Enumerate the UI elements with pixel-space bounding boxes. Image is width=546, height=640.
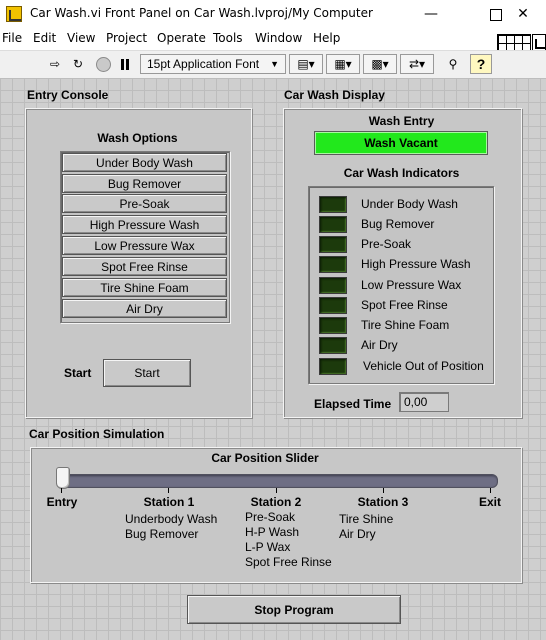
indicator-label: High Pressure Wash bbox=[361, 257, 471, 271]
menu-operate[interactable]: Operate bbox=[157, 31, 206, 45]
station-label: Station 2 bbox=[250, 495, 302, 509]
entry-console-title: Entry Console bbox=[27, 88, 109, 102]
font-select[interactable]: 15pt Application Font ▼ bbox=[140, 54, 286, 74]
minimize-icon[interactable]: — bbox=[408, 0, 454, 28]
station-tasks: Underbody Wash Bug Remover bbox=[125, 512, 218, 541]
car-wash-indicators-label: Car Wash Indicators bbox=[343, 166, 460, 180]
menu-view[interactable]: View bbox=[67, 31, 95, 45]
menu-edit[interactable]: Edit bbox=[33, 31, 56, 45]
slider-ticks bbox=[61, 488, 491, 494]
context-help-icon[interactable]: ? bbox=[470, 54, 492, 74]
indicator-label: Spot Free Rinse bbox=[361, 298, 448, 312]
station-tasks: Tire Shine Air Dry bbox=[339, 512, 394, 541]
station-label: Exit bbox=[478, 495, 501, 509]
indicator-led bbox=[319, 216, 347, 233]
wash-option-button[interactable]: Pre-Soak bbox=[62, 194, 227, 213]
station-label: Station 3 bbox=[357, 495, 409, 509]
close-icon[interactable]: ✕ bbox=[500, 0, 546, 28]
font-select-value: 15pt Application Font bbox=[147, 57, 260, 71]
chevron-down-icon: ▼ bbox=[270, 59, 279, 69]
wash-option-button[interactable]: Spot Free Rinse bbox=[62, 257, 227, 276]
menu-help[interactable]: Help bbox=[313, 31, 340, 45]
start-label: Start bbox=[64, 366, 92, 380]
wash-options-label: Wash Options bbox=[97, 131, 178, 145]
menu-project[interactable]: Project bbox=[106, 31, 147, 45]
reorder-icon[interactable]: ⇄▾ bbox=[400, 54, 434, 74]
menu-bar: File Edit View Project Operate Tools Win… bbox=[0, 28, 546, 50]
station-tasks: Pre-Soak H-P Wash L-P Wax Spot Free Rins… bbox=[245, 510, 332, 569]
search-icon[interactable]: ⚲ bbox=[441, 54, 465, 74]
indicator-led bbox=[319, 236, 347, 253]
station-label: Entry bbox=[46, 495, 78, 509]
indicator-led bbox=[319, 358, 347, 375]
wash-option-button[interactable]: Tire Shine Foam bbox=[62, 278, 227, 297]
wash-option-button[interactable]: Low Pressure Wax bbox=[62, 236, 227, 255]
car-position-slider-label: Car Position Slider bbox=[211, 451, 319, 465]
indicator-label: Vehicle Out of Position bbox=[363, 359, 484, 373]
title-bar: Car Wash.vi Front Panel on Car Wash.lvpr… bbox=[0, 0, 546, 28]
resize-objects-icon[interactable]: ▩▾ bbox=[363, 54, 397, 74]
distribute-objects-icon[interactable]: ▦▾ bbox=[326, 54, 360, 74]
labview-app-icon bbox=[6, 6, 22, 22]
indicator-label: Low Pressure Wax bbox=[361, 278, 462, 292]
indicator-led bbox=[319, 277, 347, 294]
wash-option-button[interactable]: Bug Remover bbox=[62, 174, 227, 193]
car-position-title: Car Position Simulation bbox=[29, 427, 165, 441]
align-objects-icon[interactable]: ▤▾ bbox=[289, 54, 323, 74]
run-arrow-icon[interactable]: ⇨ bbox=[44, 54, 66, 74]
menu-window[interactable]: Window bbox=[255, 31, 302, 45]
indicator-label: Bug Remover bbox=[361, 217, 435, 231]
wash-option-button[interactable]: Air Dry bbox=[62, 299, 227, 318]
stop-program-button[interactable]: Stop Program bbox=[187, 595, 401, 624]
indicator-led bbox=[319, 196, 347, 213]
indicator-label: Air Dry bbox=[361, 338, 398, 352]
toolbar: ⇨ ↻ 15pt Application Font ▼ ▤▾ ▦▾ ▩▾ ⇄▾ … bbox=[0, 50, 546, 79]
car-wash-display-title: Car Wash Display bbox=[284, 88, 385, 102]
run-continuously-icon[interactable]: ↻ bbox=[67, 54, 89, 74]
wash-option-button[interactable]: Under Body Wash bbox=[62, 153, 227, 172]
station-label: Station 1 bbox=[143, 495, 195, 509]
window-title: Car Wash.vi Front Panel on Car Wash.lvpr… bbox=[30, 6, 373, 20]
menu-tools[interactable]: Tools bbox=[213, 31, 243, 45]
elapsed-time-value: 0,00 bbox=[399, 392, 449, 412]
indicator-label: Under Body Wash bbox=[361, 197, 458, 211]
car-position-slider-track[interactable] bbox=[56, 474, 498, 488]
indicator-led bbox=[319, 256, 347, 273]
pause-icon[interactable] bbox=[114, 54, 136, 74]
wash-entry-label: Wash Entry bbox=[368, 114, 435, 128]
elapsed-time-label: Elapsed Time bbox=[314, 397, 392, 411]
indicator-led bbox=[319, 337, 347, 354]
indicator-led bbox=[319, 297, 347, 314]
menu-file[interactable]: File bbox=[2, 31, 22, 45]
wash-entry-indicator: Wash Vacant bbox=[314, 131, 488, 155]
indicator-led bbox=[319, 317, 347, 334]
wash-option-button[interactable]: High Pressure Wash bbox=[62, 215, 227, 234]
start-button[interactable]: Start bbox=[103, 359, 191, 387]
indicator-label: Pre-Soak bbox=[361, 237, 412, 251]
indicator-label: Tire Shine Foam bbox=[361, 318, 450, 332]
car-position-slider-thumb[interactable] bbox=[56, 467, 70, 489]
abort-icon[interactable] bbox=[92, 54, 114, 74]
